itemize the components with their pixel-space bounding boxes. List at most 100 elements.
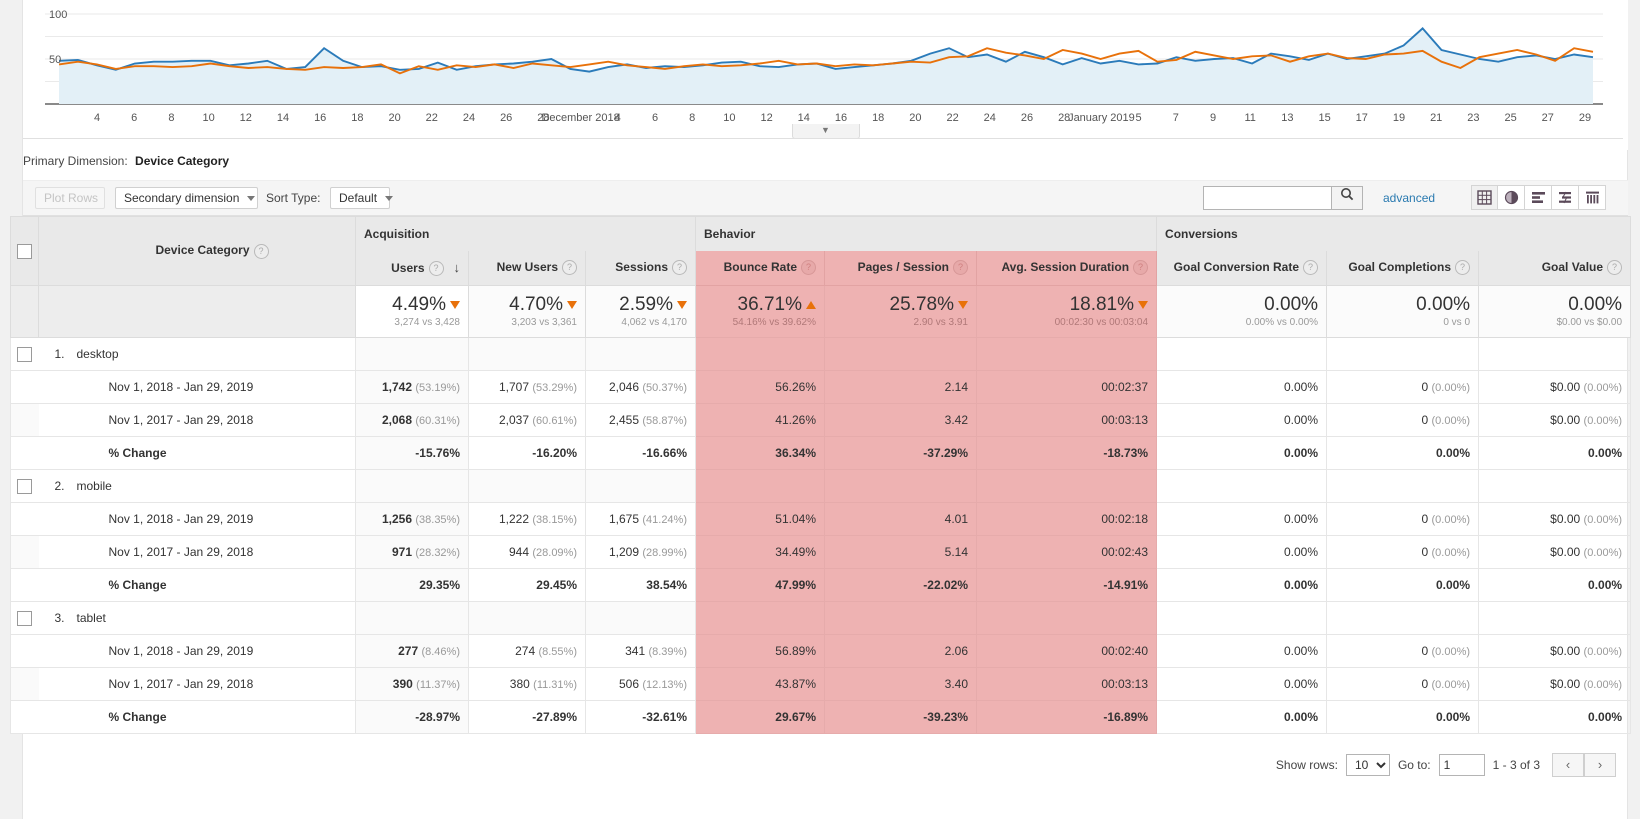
column-header-sessions[interactable]: Sessions? (585, 250, 696, 286)
help-icon[interactable]: ? (672, 260, 687, 276)
row-checkbox[interactable] (17, 610, 33, 626)
column-header-new-users[interactable]: New Users? (468, 250, 586, 286)
summary-comparison: 0.00% vs 0.00% (1245, 317, 1319, 328)
sort-type-select[interactable]: Default (330, 187, 394, 209)
pages-session-cell: 4.01 (824, 502, 977, 536)
chevron-down-icon (385, 196, 394, 202)
select-all-header[interactable] (10, 216, 39, 286)
column-header-bounce-rate[interactable]: Bounce Rate? (695, 250, 825, 286)
goto-input[interactable] (1438, 754, 1485, 776)
table-view-icon[interactable] (1471, 185, 1498, 210)
goal-conversion-rate-value: 0.00% (1284, 512, 1319, 526)
help-icon[interactable]: ? (953, 260, 968, 276)
category-name[interactable]: desktop (77, 347, 119, 361)
timeline-chart[interactable]: 4 6 8 10 12 14 16 18 20 22 24 26 28 December 2018 4 6 8 1… (23, 0, 1628, 150)
data-row: Nov 1, 2018 - Jan 29, 2019 1,742 (53.19%)… (10, 370, 1632, 404)
new-users-percent: (53.29%) (532, 382, 577, 394)
dimension-header[interactable]: Device Category? (38, 216, 356, 286)
help-icon[interactable]: ? (428, 260, 444, 276)
column-label: Bounce Rate (723, 260, 797, 275)
new-users-value: 944 (508, 545, 530, 559)
help-icon[interactable]: ? (1303, 260, 1319, 276)
category-name-cell: 3. tablet (38, 601, 356, 635)
column-header-avg-session-duration[interactable]: Avg. Session Duration? (975, 250, 1158, 286)
users-percent: (8.46%) (421, 646, 460, 658)
primary-dimension-value[interactable]: Device Category (135, 154, 229, 169)
help-icon[interactable]: ? (801, 260, 816, 276)
row-checkbox[interactable] (17, 478, 33, 494)
show-rows-select[interactable]: 10 (1345, 754, 1390, 776)
pie-view-icon[interactable] (1498, 185, 1525, 210)
svg-text:7: 7 (1173, 112, 1179, 124)
goal-conversion-rate-change-value: 0.00% (1284, 446, 1319, 460)
column-header-goal-completions[interactable]: Goal Completions? (1326, 250, 1480, 286)
goal-value-change-value: 0.00% (1588, 578, 1623, 592)
goal-completions-change-cell: 0.00% (1326, 436, 1480, 470)
summary-value: 0.00% (1416, 294, 1471, 315)
select-all-checkbox[interactable] (17, 243, 32, 259)
chart-collapse-handle[interactable]: ▼ (791, 124, 860, 139)
data-row: Nov 1, 2017 - Jan 29, 2018 390 (11.37%) 38… (10, 667, 1632, 701)
column-header-goal-conversion-rate[interactable]: Goal Conversion Rate? (1156, 250, 1328, 286)
data-row: Nov 1, 2018 - Jan 29, 2019 1,256 (38.35%)… (10, 502, 1632, 536)
category-name[interactable]: mobile (77, 479, 112, 493)
help-icon[interactable]: ? (1455, 260, 1471, 276)
help-icon[interactable]: ? (1133, 260, 1149, 276)
summary-dimension-cell (38, 285, 356, 338)
search-box[interactable] (1203, 186, 1363, 210)
new-users-value: 1,222 (498, 512, 530, 526)
pages-session-value: 4.01 (944, 512, 968, 526)
svg-text:100: 100 (49, 9, 67, 21)
table-group-header-row: Device Category? Acquisition Behavior Co… (10, 216, 1632, 286)
new-users-value: 1,707 (498, 380, 530, 394)
comparison-icon (1558, 191, 1571, 204)
help-icon[interactable]: ? (253, 243, 269, 259)
column-header-goal-value[interactable]: Goal Value? (1478, 250, 1632, 286)
group-header-behavior: Behavior (694, 216, 1158, 251)
plot-rows-button[interactable]: Plot Rows (35, 187, 105, 209)
help-icon[interactable]: ? (1607, 260, 1623, 276)
new-users-cell: 1,222 (38.15%) (468, 502, 586, 536)
period-label: Nov 1, 2017 - Jan 29, 2018 (108, 677, 254, 691)
category-name[interactable]: tablet (77, 611, 106, 625)
goal-value-percent: (0.00%) (1583, 646, 1623, 658)
svg-text:22: 22 (946, 112, 958, 124)
change-row: % Change -15.76% -16.20% -16.66% 36.34% -37.2… (10, 436, 1632, 470)
increase-arrow-icon (806, 300, 816, 309)
bounce-rate-change-value: 47.99% (775, 578, 816, 592)
period-label-cell: Nov 1, 2017 - Jan 29, 2018 (38, 667, 356, 701)
goal-value-percent: (0.00%) (1583, 679, 1623, 691)
period-label-cell: Nov 1, 2018 - Jan 29, 2019 (38, 502, 356, 536)
pages-session-value: 2.06 (944, 644, 968, 658)
users-value: 277 (398, 644, 419, 658)
sessions-percent: (12.13%) (642, 679, 687, 691)
users-value: 390 (392, 677, 413, 691)
sessions-value: 1,209 (608, 545, 640, 559)
search-button[interactable] (1331, 187, 1362, 209)
column-header-pages-session[interactable]: Pages / Session? (824, 250, 977, 286)
help-icon[interactable]: ? (562, 260, 577, 276)
pivot-view-icon[interactable] (1579, 185, 1606, 210)
category-row[interactable]: 3. tablet (10, 601, 1632, 635)
search-input[interactable] (1204, 187, 1332, 209)
summary-comparison: 54.16% vs 39.62% (732, 317, 816, 328)
comparison-view-icon[interactable] (1552, 185, 1579, 210)
advanced-link[interactable]: advanced (1383, 186, 1435, 210)
category-row[interactable]: 2. mobile (10, 469, 1632, 503)
sessions-change-value: -16.66% (642, 446, 687, 460)
row-checkbox-cell (10, 370, 39, 404)
performance-view-icon[interactable] (1525, 185, 1552, 210)
avg-session-duration-cell: 00:02:18 (975, 502, 1158, 536)
period-label: Nov 1, 2018 - Jan 29, 2019 (108, 512, 254, 526)
column-header-users[interactable]: Users? ↓ (355, 250, 469, 286)
previous-page-button[interactable]: ‹ (1552, 753, 1584, 777)
row-checkbox[interactable] (17, 346, 33, 362)
goal-conversion-rate-value: 0.00% (1284, 545, 1319, 559)
next-page-button[interactable]: › (1584, 753, 1616, 777)
goal-conversion-rate-change-value: 0.00% (1284, 710, 1319, 724)
sessions-change-cell: -32.61% (585, 700, 696, 734)
avg-session-duration-cell: 00:03:13 (975, 403, 1158, 437)
bounce-rate-value: 41.26% (775, 413, 816, 427)
category-row[interactable]: 1. desktop (10, 337, 1632, 371)
secondary-dimension-button[interactable]: Secondary dimension (115, 187, 258, 209)
